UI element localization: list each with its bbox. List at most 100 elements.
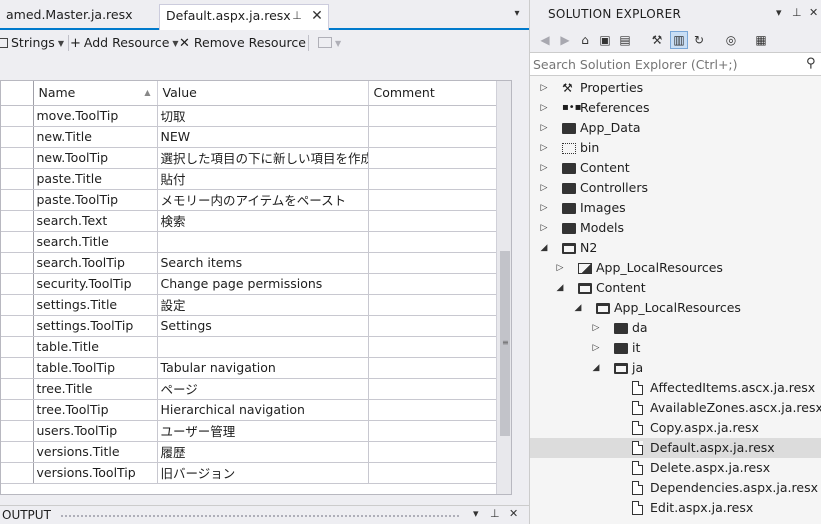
cell-comment[interactable] [368, 294, 497, 316]
table-row[interactable]: users.ToolTip ユーザー管理 [1, 420, 497, 442]
cell-comment[interactable] [368, 105, 497, 127]
expanded-arrow-icon[interactable]: ◢ [573, 298, 583, 318]
cell-name[interactable]: table.Title [33, 336, 158, 358]
tree-node[interactable]: ▷ App_LocalResources [530, 258, 821, 278]
row-header[interactable] [1, 462, 34, 484]
pin-icon[interactable]: ⊥ [792, 6, 802, 19]
cell-value[interactable]: 履歴 [157, 441, 369, 463]
cell-name[interactable]: move.ToolTip [33, 105, 158, 127]
tree-node[interactable]: Dependencies.aspx.ja.resx [530, 478, 821, 498]
cell-name[interactable]: paste.ToolTip [33, 189, 158, 211]
tree-node[interactable]: Copy.aspx.ja.resx [530, 418, 821, 438]
table-row[interactable]: versions.ToolTip 旧バージョン [1, 462, 497, 484]
cell-comment[interactable] [368, 420, 497, 442]
expanded-arrow-icon[interactable]: ◢ [539, 238, 549, 258]
grid-vertical-scrollbar[interactable]: ≡ [496, 81, 511, 494]
collapsed-arrow-icon[interactable]: ▷ [539, 98, 549, 118]
show-all-files-icon[interactable]: ▥ [670, 31, 688, 49]
tree-node[interactable]: ▷ it [530, 338, 821, 358]
home-icon[interactable]: ⌂ [576, 31, 594, 49]
table-row[interactable]: search.Title [1, 231, 497, 253]
cell-value[interactable]: 検索 [157, 210, 369, 232]
cell-name[interactable]: paste.Title [33, 168, 158, 190]
row-header[interactable] [1, 273, 34, 295]
cell-comment[interactable] [368, 273, 497, 295]
cell-comment[interactable] [368, 462, 497, 484]
tab-master-resx[interactable]: amed.Master.ja.resx [0, 4, 156, 28]
collapse-all-icon[interactable]: ▣ [596, 31, 614, 49]
chevron-down-icon[interactable]: ▾ [473, 507, 479, 520]
row-header[interactable] [1, 357, 34, 379]
cell-value[interactable] [157, 336, 369, 358]
cell-value[interactable]: ページ [157, 378, 369, 400]
tree-node[interactable]: AffectedItems.ascx.ja.resx [530, 378, 821, 398]
row-header[interactable] [1, 378, 34, 400]
cell-comment[interactable] [368, 168, 497, 190]
cell-value[interactable]: Search items [157, 252, 369, 274]
cell-comment[interactable] [368, 399, 497, 421]
tree-node[interactable]: ▷ bin [530, 138, 821, 158]
cell-value[interactable]: Tabular navigation [157, 357, 369, 379]
preview-selected-items-icon[interactable]: ▦ [752, 31, 770, 49]
strings-dropdown-button[interactable]: Strings ▼ [0, 34, 64, 52]
row-header[interactable] [1, 126, 34, 148]
collapsed-arrow-icon[interactable]: ▷ [539, 158, 549, 178]
close-icon[interactable]: ✕ [509, 507, 518, 520]
table-row[interactable]: settings.Title 設定 [1, 294, 497, 316]
cell-name[interactable]: new.ToolTip [33, 147, 158, 169]
cell-comment[interactable] [368, 231, 497, 253]
refresh-icon[interactable]: ↻ [690, 31, 708, 49]
properties-wrench-icon[interactable]: ⚒ [648, 31, 666, 49]
table-row[interactable]: tree.ToolTip Hierarchical navigation [1, 399, 497, 421]
tree-node[interactable]: Delete.aspx.ja.resx [530, 458, 821, 478]
row-header[interactable] [1, 231, 34, 253]
back-icon[interactable]: ◀ [536, 31, 554, 49]
row-header-corner[interactable] [1, 81, 34, 106]
cell-value[interactable]: 貼付 [157, 168, 369, 190]
tree-node[interactable]: ▷ ⚒ Properties [530, 78, 821, 98]
tree-node[interactable]: ◢ N2 [530, 238, 821, 258]
tree-node[interactable]: ▷ ▪•▪ References [530, 98, 821, 118]
remove-resource-button[interactable]: ✕ Remove Resource [179, 34, 306, 52]
cell-name[interactable]: search.Title [33, 231, 158, 253]
row-header[interactable] [1, 252, 34, 274]
cell-name[interactable]: settings.Title [33, 294, 158, 316]
row-header[interactable] [1, 420, 34, 442]
expanded-arrow-icon[interactable]: ◢ [591, 358, 601, 378]
collapsed-arrow-icon[interactable]: ▷ [539, 78, 549, 98]
table-row[interactable]: paste.Title 貼付 [1, 168, 497, 190]
search-input[interactable] [533, 55, 803, 73]
tree-node[interactable]: ▷ da [530, 318, 821, 338]
row-header[interactable] [1, 189, 34, 211]
table-row[interactable]: new.ToolTip 選択した項目の下に新しい項目を作成 [1, 147, 497, 169]
cell-value[interactable]: メモリー内のアイテムをペースト [157, 189, 369, 211]
cell-name[interactable]: table.ToolTip [33, 357, 158, 379]
drag-handle[interactable] [60, 514, 460, 519]
collapsed-arrow-icon[interactable]: ▷ [539, 118, 549, 138]
cell-comment[interactable] [368, 336, 497, 358]
tree-node[interactable]: ▷ Content [530, 158, 821, 178]
tree-node[interactable]: ◢ ja [530, 358, 821, 378]
tree-node[interactable]: ▷ Images [530, 198, 821, 218]
cell-comment[interactable] [368, 147, 497, 169]
table-row[interactable]: move.ToolTip 切取 [1, 105, 497, 127]
cell-name[interactable]: search.ToolTip [33, 252, 158, 274]
row-header[interactable] [1, 210, 34, 232]
cell-comment[interactable] [368, 441, 497, 463]
sync-with-document-icon[interactable]: ▤ [616, 31, 634, 49]
views-dropdown-button[interactable]: ▼ [318, 34, 341, 52]
cell-name[interactable]: search.Text [33, 210, 158, 232]
scrollbar-thumb[interactable]: ≡ [500, 251, 510, 436]
cell-name[interactable]: tree.ToolTip [33, 399, 158, 421]
tree-node[interactable]: ▷ App_Data [530, 118, 821, 138]
forward-icon[interactable]: ▶ [556, 31, 574, 49]
cell-name[interactable]: settings.ToolTip [33, 315, 158, 337]
cell-comment[interactable] [368, 189, 497, 211]
table-row[interactable]: paste.ToolTip メモリー内のアイテムをペースト [1, 189, 497, 211]
table-row[interactable]: security.ToolTip Change page permissions [1, 273, 497, 295]
tree-node[interactable]: ◢ App_LocalResources [530, 298, 821, 318]
add-resource-button[interactable]: + Add Resource ▼ [70, 34, 179, 52]
cell-name[interactable]: users.ToolTip [33, 420, 158, 442]
collapsed-arrow-icon[interactable]: ▷ [555, 258, 565, 278]
cell-name[interactable]: new.Title [33, 126, 158, 148]
